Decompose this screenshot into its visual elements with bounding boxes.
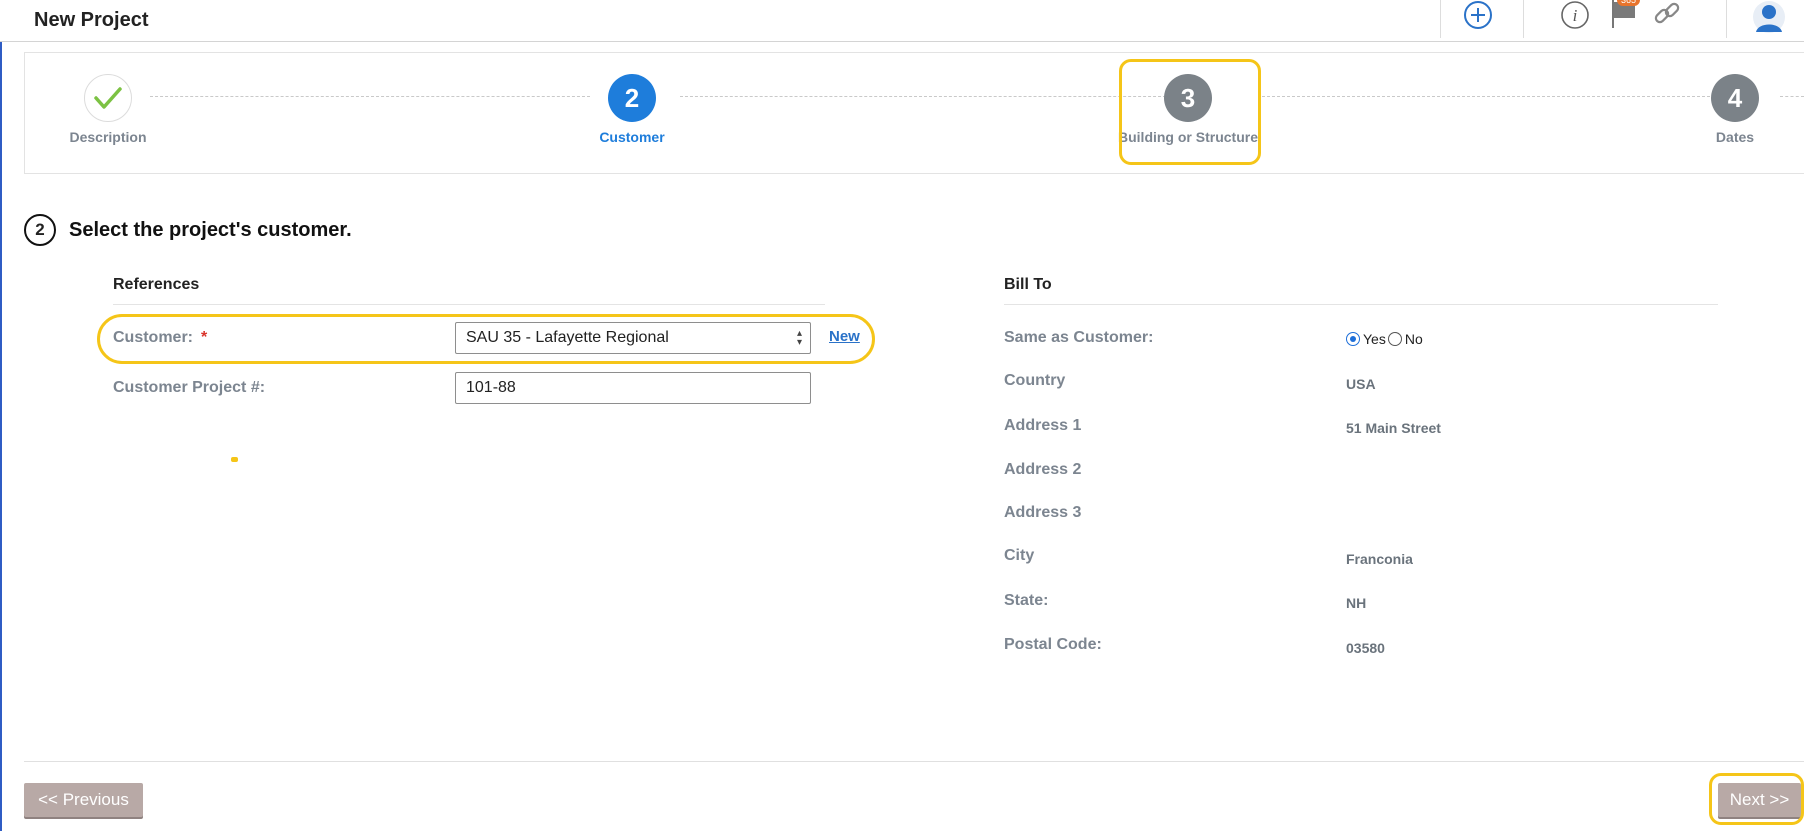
step-2-circle[interactable]: 2 <box>608 74 656 122</box>
postal-code-value: 03580 <box>1346 640 1385 656</box>
customer-select[interactable]: SAU 35 - Lafayette Regional ▴ ▾ <box>455 322 811 354</box>
header-divider <box>1726 0 1727 38</box>
country-value: USA <box>1346 376 1376 392</box>
svg-text:i: i <box>1573 6 1578 25</box>
section-title: Select the project's customer. <box>69 219 352 241</box>
state-value: NH <box>1346 595 1367 611</box>
step-2-label[interactable]: Customer <box>599 129 664 145</box>
customer-label-text: Customer: <box>113 329 194 346</box>
step-1-circle[interactable] <box>84 74 132 122</box>
highlight-step-3 <box>1119 59 1261 165</box>
section-number-badge: 2 <box>24 214 56 246</box>
footer-divider <box>24 761 1804 762</box>
radio-yes-label: Yes <box>1363 331 1386 347</box>
page-title: New Project <box>34 9 149 31</box>
step-connector <box>1780 96 1804 97</box>
bill-to-heading: Bill To <box>1004 276 1052 293</box>
previous-button[interactable]: << Previous <box>24 783 143 817</box>
wizard-steps <box>24 52 1804 174</box>
notification-badge: 365 <box>1617 0 1641 6</box>
step-4-circle[interactable]: 4 <box>1711 74 1759 122</box>
step-4-label[interactable]: Dates <box>1716 129 1754 145</box>
same-as-customer-label: Same as Customer: <box>1004 329 1154 346</box>
required-mark: * <box>201 329 208 346</box>
customer-project-num-label: Customer Project #: <box>113 379 266 396</box>
flag-icon[interactable]: 365 <box>1609 0 1645 30</box>
references-divider <box>113 304 825 305</box>
address-1-label: Address 1 <box>1004 417 1082 434</box>
customer-project-num-input[interactable]: 101-88 <box>455 372 811 404</box>
step-connector <box>1262 96 1710 97</box>
same-as-customer-radios: Yes No <box>1346 331 1423 347</box>
app-header: New Project i 365 <box>0 0 1804 42</box>
address-2-label: Address 2 <box>1004 461 1082 478</box>
step-connector <box>680 96 1166 97</box>
state-label: State: <box>1004 592 1049 609</box>
references-heading: References <box>113 276 200 293</box>
address-1-value: 51 Main Street <box>1346 420 1441 436</box>
link-icon[interactable] <box>1652 0 1682 30</box>
radio-no[interactable] <box>1387 332 1402 346</box>
city-label: City <box>1004 547 1035 564</box>
step-1-label[interactable]: Description <box>69 129 146 145</box>
country-label: Country <box>1004 372 1066 389</box>
customer-select-value: SAU 35 - Lafayette Regional <box>466 329 669 346</box>
address-3-label: Address 3 <box>1004 504 1082 521</box>
user-avatar-icon[interactable] <box>1752 0 1786 33</box>
city-value: Franconia <box>1346 551 1413 567</box>
customer-label: Customer: * <box>113 329 207 347</box>
highlight-next-button <box>1709 773 1804 825</box>
radio-no-label: No <box>1404 331 1423 347</box>
annotation-dot <box>231 457 238 462</box>
radio-yes[interactable] <box>1346 332 1360 346</box>
postal-code-label: Postal Code: <box>1004 636 1102 653</box>
checkmark-icon <box>94 87 122 109</box>
left-edge-rule <box>0 0 2 831</box>
select-arrows-icon: ▴ ▾ <box>796 328 802 348</box>
info-icon[interactable]: i <box>1560 1 1590 31</box>
header-divider <box>1523 0 1524 38</box>
step-connector <box>150 96 590 97</box>
new-customer-link[interactable]: New <box>829 328 860 345</box>
header-divider <box>1440 0 1441 38</box>
bill-to-divider <box>1004 304 1718 305</box>
add-circle-icon[interactable] <box>1463 1 1493 31</box>
